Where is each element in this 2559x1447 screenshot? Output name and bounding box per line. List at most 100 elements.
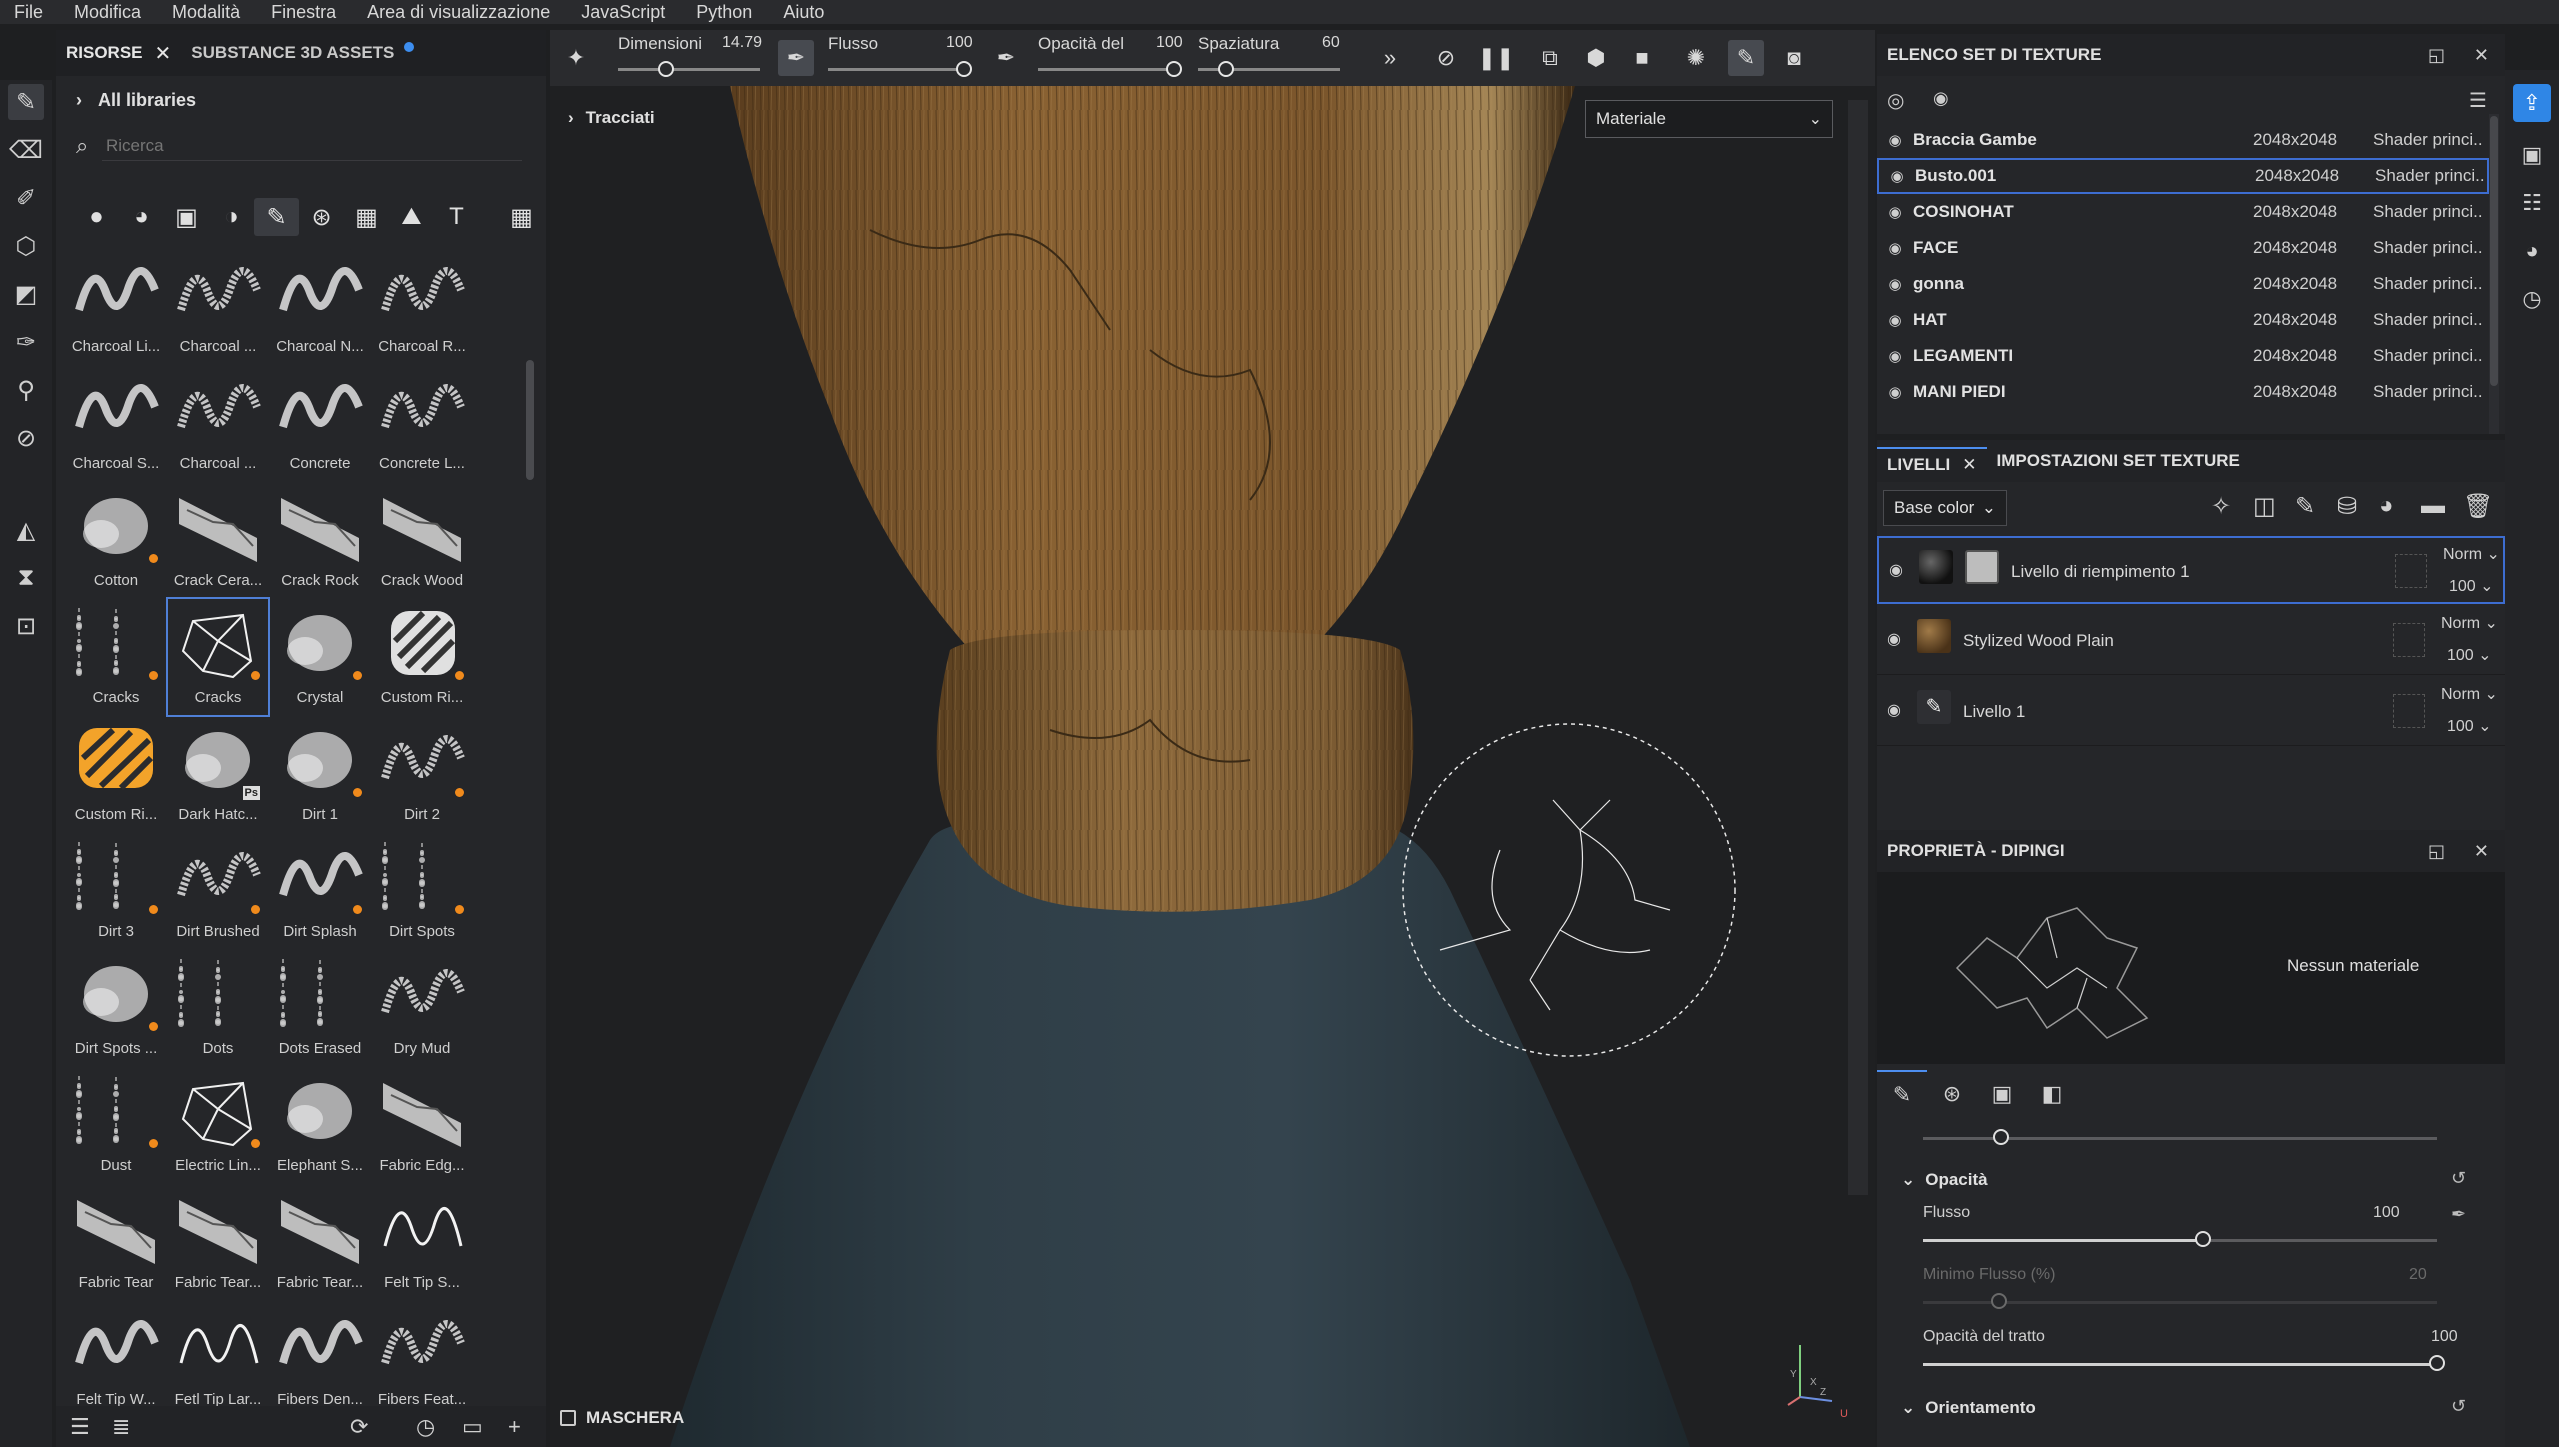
texture-set-shader[interactable]: Shader princi... (2373, 130, 2483, 150)
tab-layers[interactable]: LIVELLI ✕ (1877, 447, 1987, 475)
texture-set-shader[interactable]: Shader princi... (2373, 310, 2483, 330)
texture-set-shader[interactable]: Shader princi... (2373, 202, 2483, 222)
brush-item[interactable]: Dots Erased (270, 950, 370, 1066)
refresh-icon[interactable]: ⟳ (350, 1414, 368, 1440)
iray-render-icon[interactable]: ✺ (1678, 40, 1714, 76)
top-slider-knob[interactable] (1993, 1129, 2009, 1145)
brush-item[interactable]: Dots (168, 950, 268, 1066)
layer-opacity[interactable]: 100 ⌄ (2449, 576, 2494, 596)
layer-mask-slot[interactable] (2395, 554, 2427, 588)
menu-item-6[interactable]: Python (696, 2, 752, 23)
export-icon[interactable]: ⇪ (2513, 84, 2551, 122)
brush-item[interactable]: Crack Rock (270, 482, 370, 598)
brush-item[interactable]: Fetl Tip Lar... (168, 1301, 268, 1408)
add-paint-layer-icon[interactable]: ✎ (2295, 492, 2315, 521)
brush-item[interactable]: Cotton (66, 482, 166, 598)
layer-mask-slot[interactable] (2393, 623, 2425, 657)
measure-tool-icon[interactable]: ⊡ (8, 608, 44, 644)
texture-set-shader[interactable]: Shader princi... (2373, 274, 2483, 294)
eye-icon[interactable]: ◉ (1877, 383, 1913, 401)
brush-filter-icon[interactable]: ✎ (254, 198, 299, 236)
eraser-tool-icon[interactable]: ⌫ (8, 132, 44, 168)
brush-item[interactable]: Fabric Tear (66, 1184, 166, 1300)
menu-icon[interactable]: ☰ (2469, 88, 2487, 113)
clone-stamp-tool-icon[interactable]: ⚲ (8, 372, 44, 408)
screenshot-icon[interactable]: ◙ (1776, 40, 1812, 76)
texture-set-row[interactable]: ◉ Braccia Gambe 2048x2048 Shader princi... (1877, 122, 2489, 158)
brush-item[interactable]: Dirt Brushed (168, 833, 268, 949)
tab-resources[interactable]: RISORSE ✕ (56, 30, 181, 76)
brush-item[interactable]: Dirt Splash (270, 833, 370, 949)
camera-icon[interactable]: ■ (1624, 40, 1660, 76)
symmetry-icon[interactable]: ⧉ (1532, 40, 1568, 76)
orientation-section[interactable]: ⌄ Orientamento (1901, 1398, 2036, 1418)
brush-tab-icon[interactable]: ✎ (1877, 1070, 1927, 1118)
brush-item[interactable]: Fabric Tear... (270, 1184, 370, 1300)
min-flow-knob[interactable] (1990, 1293, 2007, 1309)
brush-item[interactable]: Charcoal R... (372, 248, 472, 364)
texture-set-shader[interactable]: Shader princi... (2373, 382, 2483, 402)
expand-toolbar-icon[interactable]: » (1372, 40, 1408, 76)
brush-item[interactable]: Dust (66, 1067, 166, 1183)
list-filter-icon[interactable]: ≣ (112, 1414, 130, 1440)
menu-item-5[interactable]: JavaScript (581, 2, 665, 23)
add-icon[interactable]: + (508, 1414, 521, 1440)
brush-item[interactable]: Concrete (270, 365, 370, 481)
add-folder-icon[interactable]: ▬ (2421, 492, 2445, 520)
display-settings-icon[interactable]: ◕ (2513, 232, 2551, 270)
brush-item[interactable]: Cracks (166, 597, 270, 717)
pause-icon[interactable]: ❚❚ (1478, 40, 1515, 76)
eye-icon[interactable]: ◉ (1877, 275, 1913, 293)
menu-item-4[interactable]: Area di visualizzazione (367, 2, 550, 23)
pressure-pen-icon[interactable]: ✒ (2451, 1204, 2466, 1225)
texture-set-row[interactable]: ◉ Busto.001 2048x2048 Shader princi... (1877, 158, 2489, 194)
text-filter-icon[interactable]: T (434, 198, 479, 236)
layer-row[interactable]: ◉ ✎ Livello 1 Norm ⌄ 100 ⌄ (1877, 678, 2505, 746)
texture-set-shader[interactable]: Shader princi... (2373, 238, 2483, 258)
symmetry-lazy-icon[interactable]: ✦ (558, 40, 594, 76)
brush-item[interactable]: Custom Ri... (66, 716, 166, 832)
texture-set-row[interactable]: ◉ COSINOHAT 2048x2048 Shader princi... (1877, 194, 2489, 230)
layers-icon[interactable]: ☷ (2513, 184, 2551, 222)
maximize-icon[interactable]: ◱ (2428, 45, 2445, 66)
all-libraries-item[interactable]: › All libraries (76, 90, 196, 111)
pattern-filter-icon[interactable]: ▦ (344, 198, 389, 236)
reset-icon[interactable]: ↺ (2451, 1396, 2466, 1417)
blend-mode-select[interactable]: Norm ⌄ (2441, 684, 2498, 704)
smart-material-filter-icon[interactable]: ◕ (119, 198, 164, 236)
mask-filter-icon[interactable]: ▣ (164, 198, 209, 236)
texture-set-row[interactable]: ◉ FACE 2048x2048 Shader princi... (1877, 230, 2489, 266)
history-icon[interactable]: ◷ (416, 1414, 435, 1440)
brush-item[interactable]: Dry Mud (372, 950, 472, 1066)
reset-icon[interactable]: ↺ (2451, 1168, 2466, 1189)
eye-icon[interactable]: ◉ (1877, 239, 1913, 257)
layer-opacity[interactable]: 100 ⌄ (2447, 716, 2492, 736)
mask-checkbox[interactable] (560, 1410, 576, 1426)
texture-filter-icon[interactable]: ⊛ (299, 198, 344, 236)
brush-item[interactable]: Felt Tip W... (66, 1301, 166, 1408)
brush-item[interactable]: Felt Tip S... (372, 1184, 472, 1300)
assets-scrollbar[interactable] (526, 360, 534, 480)
eye-icon[interactable]: ◉ (1887, 700, 1901, 720)
viewport[interactable]: ✦ Dimensioni 14.79 ✒ Flusso 100 ✒ Opacit… (550, 30, 1875, 1447)
layer-row[interactable]: ◉ Stylized Wood Plain Norm ⌄ 100 ⌄ (1877, 607, 2505, 675)
polygon-fill-tool-icon[interactable]: ◩ (8, 276, 44, 312)
blend-mode-select[interactable]: Norm ⌄ (2441, 613, 2498, 633)
brush-item[interactable]: Fabric Tear... (168, 1184, 268, 1300)
brush-item[interactable]: Custom Ri... (372, 599, 472, 715)
brush-item[interactable]: Dirt Spots (372, 833, 472, 949)
add-effect-icon[interactable]: ✧ (2211, 492, 2231, 521)
environment-filter-icon[interactable]: ⛰ (389, 198, 434, 236)
generator-filter-icon[interactable]: ◑ (209, 198, 254, 236)
visibility-toggle-icon[interactable]: ◎ (1887, 88, 1904, 113)
opacity-section[interactable]: ⌄ Opacità (1901, 1170, 1988, 1190)
menu-item-2[interactable]: Modalità (172, 2, 240, 23)
bake-tool-icon[interactable]: ◭ (8, 512, 44, 548)
eye-icon[interactable]: ◉ (1887, 629, 1901, 649)
brush-item[interactable]: Charcoal S... (66, 365, 166, 481)
brush-item[interactable]: Ps Dark Hatc... (168, 716, 268, 832)
layer-mask-slot[interactable] (2393, 694, 2425, 728)
history-icon[interactable]: ◷ (2513, 280, 2551, 318)
close-icon[interactable]: ✕ (2474, 841, 2489, 862)
size-slider-knob[interactable] (658, 61, 674, 77)
